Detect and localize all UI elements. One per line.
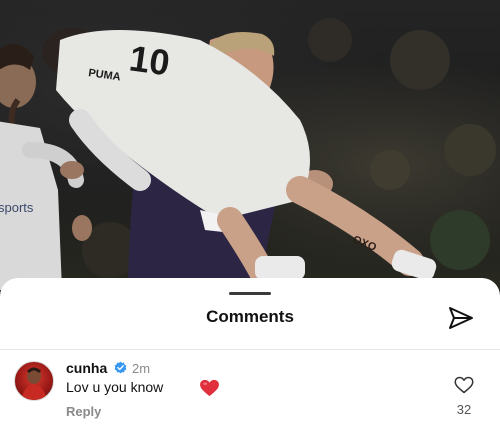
reply-button[interactable]: Reply: [66, 404, 101, 419]
comment-username[interactable]: cunha: [66, 360, 107, 376]
heart-outline-icon[interactable]: [454, 376, 474, 394]
comment-time: 2m: [132, 361, 151, 376]
sheet-divider: [0, 349, 500, 350]
avatar[interactable]: [14, 361, 54, 401]
verified-badge-icon: [114, 361, 127, 374]
red-heart-emoji-icon: [200, 379, 219, 397]
comment-text: Lov u you know: [66, 379, 164, 395]
sponsor-text: sports: [0, 200, 34, 215]
comments-sheet: Comments cunha 2m Lov u you know Reply 3…: [0, 278, 500, 440]
send-icon[interactable]: [448, 306, 474, 330]
post-photo: sports 10 PUMA OXO: [0, 0, 500, 300]
avatar-image: [21, 367, 47, 400]
celebration-scene: sports 10 PUMA OXO: [0, 18, 496, 290]
sheet-grabber[interactable]: [229, 292, 271, 295]
jersey-number: 10: [127, 37, 172, 83]
like-count: 32: [456, 402, 472, 417]
sheet-title: Comments: [206, 307, 294, 326]
